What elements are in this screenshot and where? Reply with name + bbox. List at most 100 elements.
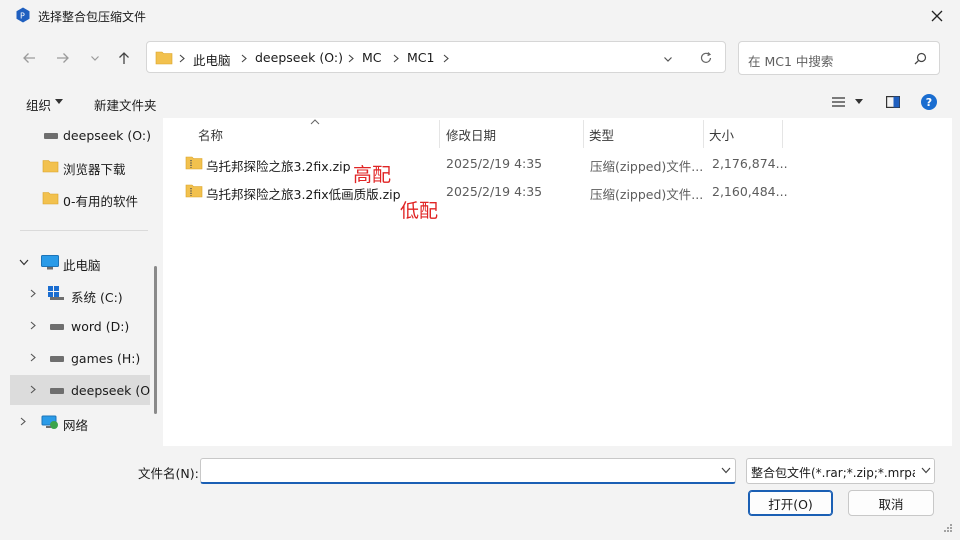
svg-text:P: P bbox=[20, 12, 25, 21]
zip-folder-icon bbox=[185, 156, 203, 170]
help-icon[interactable]: ? bbox=[921, 94, 937, 110]
file-type: 压缩(zipped)文件... bbox=[590, 187, 704, 202]
arrow-right-icon bbox=[57, 53, 69, 63]
sidebar-item-network[interactable]: 网络 bbox=[10, 407, 150, 437]
drive-icon bbox=[50, 356, 64, 362]
file-list[interactable]: 名称 修改日期 类型 大小 乌托邦探险之旅3.2fix.zip 2025/2/1… bbox=[163, 118, 952, 446]
resize-grip-icon[interactable] bbox=[936, 516, 954, 534]
open-button[interactable]: 打开(O) bbox=[748, 490, 833, 516]
file-modified: 2025/2/19 4:35 bbox=[446, 156, 543, 171]
svg-text:?: ? bbox=[926, 96, 932, 109]
sidebar-item-label: games (H:) bbox=[71, 351, 141, 366]
table-row[interactable]: 乌托邦探险之旅3.2fix.zip 2025/2/19 4:35 压缩(zipp… bbox=[183, 152, 788, 176]
file-type-filter-value: 整合包文件(*.rar;*.zip;*.mrpac bbox=[751, 466, 926, 480]
preview-pane-icon[interactable] bbox=[886, 96, 900, 108]
chevron-right-icon[interactable] bbox=[20, 417, 26, 426]
file-size: 2,176,874... bbox=[712, 156, 788, 171]
search-input[interactable]: 在 MC1 中搜索 bbox=[748, 51, 833, 70]
sidebar-divider bbox=[20, 230, 148, 231]
file-size: 2,160,484... bbox=[712, 184, 788, 199]
drive-icon bbox=[50, 324, 64, 330]
window-title: 选择整合包压缩文件 bbox=[38, 10, 147, 24]
sidebar-item-drive-c[interactable]: 系统 (C:) bbox=[10, 279, 150, 309]
view-list-icon[interactable] bbox=[832, 97, 845, 107]
filename-label: 文件名(N): bbox=[138, 466, 199, 481]
annotation-high: 高配 bbox=[353, 164, 392, 186]
chevron-right-icon[interactable] bbox=[30, 321, 36, 330]
column-divider[interactable] bbox=[583, 120, 584, 148]
monitor-icon bbox=[41, 255, 59, 270]
chevron-right-icon[interactable] bbox=[30, 289, 36, 298]
new-folder-button[interactable]: 新建文件夹 bbox=[94, 95, 157, 114]
close-icon bbox=[931, 10, 943, 22]
app-icon: P bbox=[15, 7, 31, 23]
forward-button[interactable] bbox=[50, 45, 76, 71]
sidebar-item-browser-downloads[interactable]: 浏览器下载 bbox=[10, 151, 150, 181]
column-header-type[interactable]: 类型 bbox=[589, 125, 614, 144]
sidebar-item-deepseek-quick[interactable]: deepseek (O:) bbox=[10, 120, 150, 150]
chevron-down-icon bbox=[921, 467, 931, 474]
filename-field[interactable] bbox=[200, 458, 736, 484]
sidebar-item-drive-o[interactable]: deepseek (O bbox=[10, 375, 150, 405]
chevron-right-icon bbox=[393, 54, 399, 63]
column-divider[interactable] bbox=[703, 120, 704, 148]
file-name: 乌托邦探险之旅3.2fix.zip bbox=[206, 159, 351, 174]
column-divider[interactable] bbox=[439, 120, 440, 148]
sidebar-item-drive-d[interactable]: word (D:) bbox=[10, 311, 150, 341]
breadcrumb-mc[interactable]: MC bbox=[362, 50, 382, 65]
sidebar-item-drive-h[interactable]: games (H:) bbox=[10, 343, 150, 373]
folder-icon bbox=[155, 51, 173, 65]
cancel-button[interactable]: 取消 bbox=[848, 490, 934, 516]
network-icon bbox=[41, 415, 58, 429]
sidebar-item-label: 此电脑 bbox=[63, 258, 101, 273]
column-header-name[interactable]: 名称 bbox=[198, 125, 223, 144]
annotation-low: 低配 bbox=[400, 200, 439, 222]
drive-icon bbox=[50, 388, 64, 394]
folder-icon bbox=[42, 192, 59, 205]
arrow-left-icon bbox=[23, 53, 35, 63]
arrow-up-icon bbox=[119, 52, 129, 64]
folder-icon bbox=[42, 160, 59, 173]
chevron-right-icon bbox=[443, 54, 449, 63]
navigation-pane[interactable]: deepseek (O:) 浏览器下载 0-有用的软件 此电脑 系统 (C:) … bbox=[10, 118, 150, 446]
refresh-icon[interactable] bbox=[699, 51, 713, 65]
search-box[interactable]: 在 MC1 中搜索 bbox=[738, 41, 940, 75]
breadcrumb-drive[interactable]: deepseek (O:) bbox=[255, 50, 343, 65]
back-button[interactable] bbox=[16, 45, 42, 71]
chevron-right-icon bbox=[179, 54, 185, 63]
breadcrumb-this-pc[interactable]: 此电脑 bbox=[193, 50, 231, 69]
chevron-down-icon bbox=[91, 56, 99, 61]
system-drive-icon bbox=[48, 286, 64, 300]
search-icon bbox=[914, 52, 927, 65]
caret-down-icon[interactable] bbox=[855, 99, 863, 105]
sidebar-item-useful-software[interactable]: 0-有用的软件 bbox=[10, 183, 150, 213]
column-header-size[interactable]: 大小 bbox=[709, 125, 734, 144]
file-modified: 2025/2/19 4:35 bbox=[446, 184, 543, 199]
sort-up-icon bbox=[310, 119, 320, 125]
chevron-right-icon bbox=[241, 54, 247, 63]
sidebar-scrollbar[interactable] bbox=[154, 266, 157, 414]
column-divider[interactable] bbox=[782, 120, 783, 148]
address-bar[interactable]: 此电脑 deepseek (O:) MC MC1 bbox=[146, 41, 726, 73]
up-button[interactable] bbox=[111, 45, 137, 71]
sidebar-item-this-pc[interactable]: 此电脑 bbox=[10, 247, 150, 277]
sidebar-item-label: 系统 (C:) bbox=[71, 290, 123, 305]
breadcrumb-mc1[interactable]: MC1 bbox=[407, 50, 434, 65]
recent-locations-button[interactable] bbox=[82, 45, 108, 71]
chevron-down-icon[interactable] bbox=[721, 467, 731, 474]
organize-menu[interactable]: 组织 bbox=[26, 95, 51, 114]
file-type-filter[interactable]: 整合包文件(*.rar;*.zip;*.mrpac bbox=[746, 458, 935, 484]
close-button[interactable] bbox=[924, 3, 950, 29]
table-row[interactable]: 乌托邦探险之旅3.2fix低画质版.zip 2025/2/19 4:35 压缩(… bbox=[183, 180, 788, 204]
drive-icon bbox=[44, 133, 58, 139]
address-history-chevron-icon[interactable] bbox=[663, 54, 673, 64]
chevron-right-icon[interactable] bbox=[30, 353, 36, 362]
sidebar-item-label: deepseek (O:) bbox=[63, 128, 150, 143]
sidebar-item-label: 网络 bbox=[63, 418, 89, 433]
file-type: 压缩(zipped)文件... bbox=[590, 159, 704, 174]
zip-folder-icon bbox=[185, 184, 203, 198]
caret-down-icon bbox=[55, 99, 63, 104]
chevron-down-icon[interactable] bbox=[19, 259, 29, 266]
chevron-right-icon[interactable] bbox=[30, 385, 36, 394]
column-header-modified[interactable]: 修改日期 bbox=[446, 125, 496, 144]
